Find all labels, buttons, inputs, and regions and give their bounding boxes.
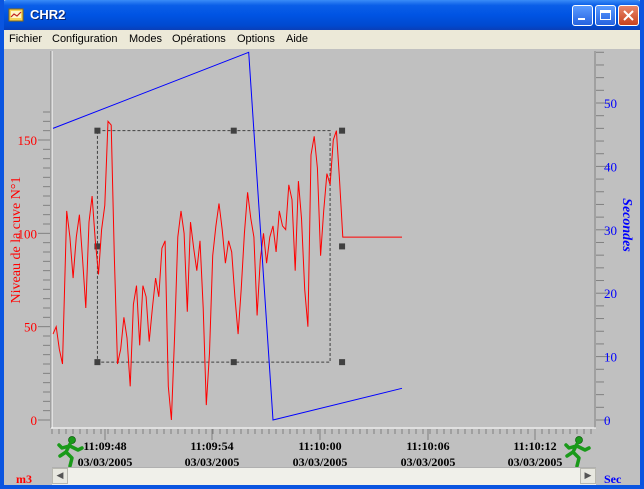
right-tick-label: 20 [604,286,617,301]
series-group [52,51,403,421]
right-axis-label: Secondes [619,198,634,252]
selection-handle[interactable] [94,359,101,366]
x-tick-time: 11:09:48 [83,439,126,453]
series-line-0 [52,119,402,421]
scroll-left-button[interactable]: ◀ [52,468,68,484]
right-tick-label: 50 [604,96,617,111]
left-tick-label: 50 [24,320,37,335]
right-tick-label: 30 [604,223,617,238]
chart-svg: Niveau de la cuve N°1 Secondes m3 Sec 05… [9,51,634,486]
selection-handle[interactable] [94,127,101,134]
right-axis-ticks: 0 10 20 30 40 50 [596,51,617,428]
right-tick-label: 0 [604,413,611,428]
right-unit-label: Sec [604,472,622,486]
left-unit-label: m3 [16,472,32,486]
window-frame-left [0,0,4,489]
selection-handle[interactable] [230,127,237,134]
right-tick-label: 40 [604,159,617,174]
scroll-right-button[interactable]: ▶ [580,468,596,484]
x-tick-time: 11:10:00 [298,439,341,453]
right-tick-label: 10 [604,350,617,365]
window-frame-bottom [0,485,644,489]
selection-handle[interactable] [339,359,346,366]
selection-handle[interactable] [339,243,346,250]
selection-handle[interactable] [339,127,346,134]
left-tick-label: 0 [31,413,38,428]
app-window: CHR2 Fichier Configuration Modes Opérati… [0,0,644,489]
selection-handle[interactable] [230,359,237,366]
left-tick-label: 150 [18,133,38,148]
left-tick-label: 100 [18,226,38,241]
window-frame-right [640,0,644,489]
x-tick-time: 11:10:06 [406,439,449,453]
x-tick-time: 11:10:12 [513,439,556,453]
horizontal-scrollbar[interactable]: ◀ ▶ [52,467,596,485]
x-tick-time: 11:09:54 [190,439,233,453]
series-line-1 [52,51,403,421]
